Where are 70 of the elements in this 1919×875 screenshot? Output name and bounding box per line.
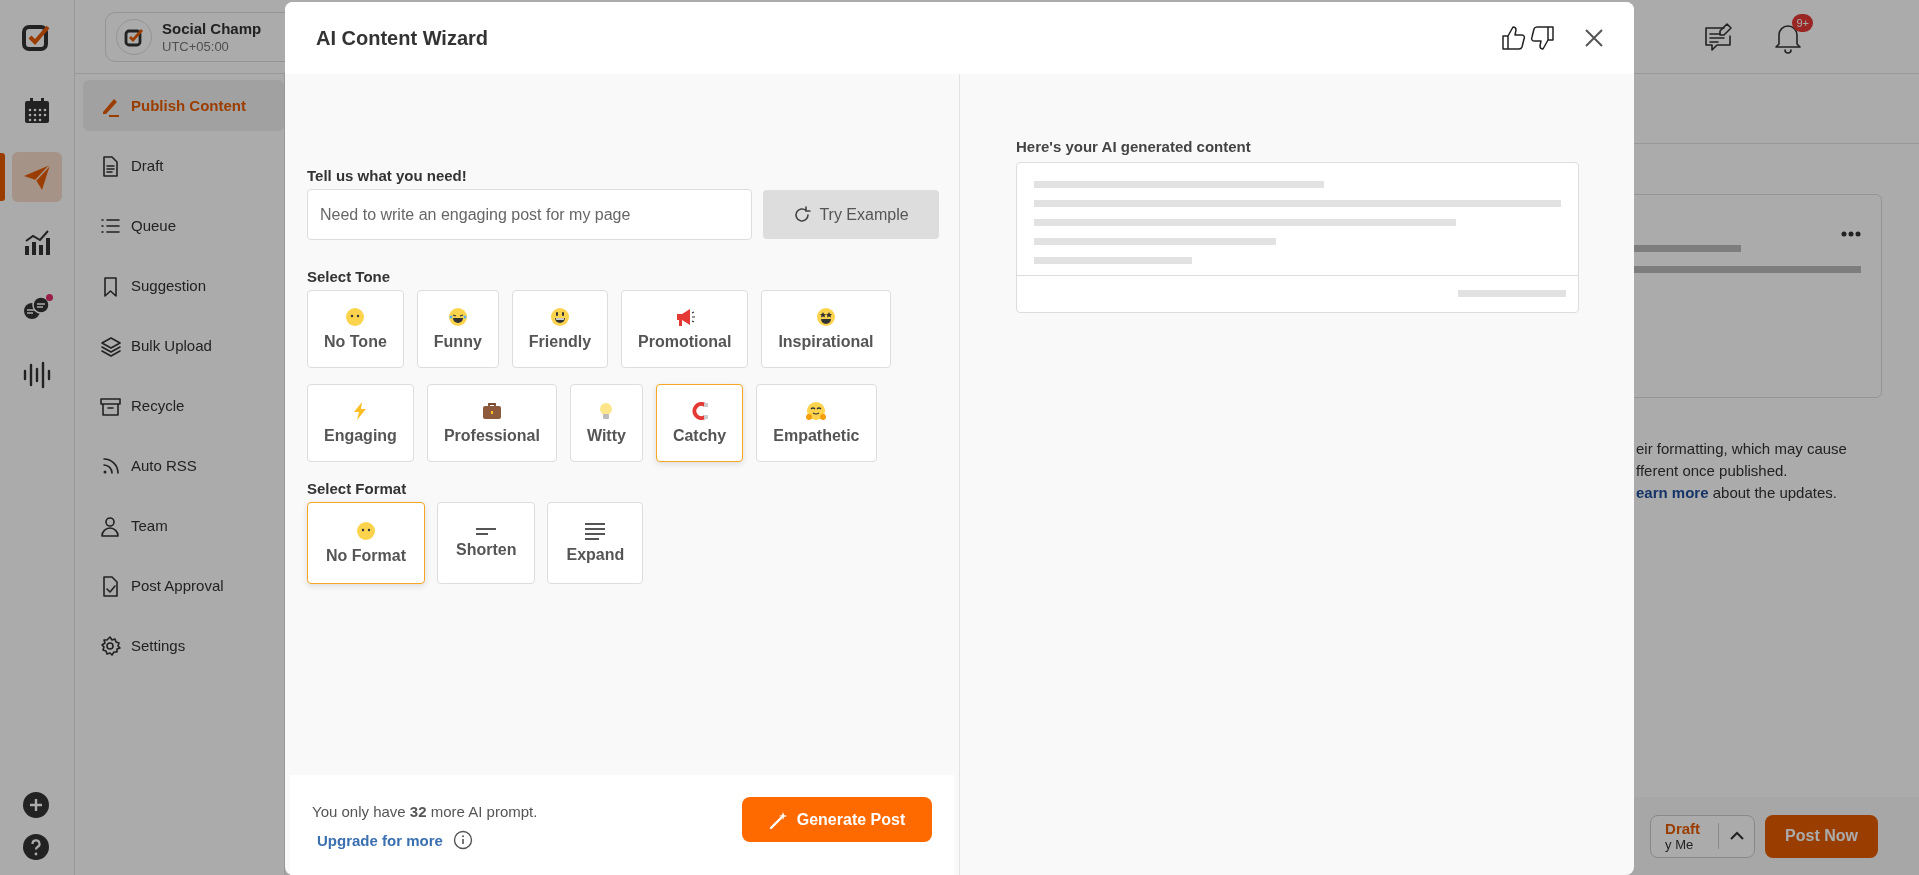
learn-more-link[interactable]: earn more — [1636, 484, 1709, 501]
short-lines-icon — [475, 527, 498, 535]
paper-plane-icon — [22, 162, 52, 192]
briefcase-icon — [481, 401, 502, 421]
waveform-icon — [22, 360, 52, 390]
prompt-label: Tell us what you need! — [307, 167, 468, 184]
account-name: Social Champ — [162, 19, 262, 37]
tone-option[interactable]: Professional — [426, 384, 557, 462]
nav-item[interactable]: Recycle — [83, 380, 284, 431]
nav-item[interactable]: Settings — [83, 620, 284, 671]
nav-item[interactable]: Auto RSS — [83, 440, 284, 491]
more-options-icon[interactable] — [1841, 231, 1861, 237]
megaphone-icon — [674, 307, 695, 327]
laughing-face-icon — [447, 307, 468, 327]
logo-icon[interactable] — [22, 22, 52, 52]
close-icon — [1584, 28, 1604, 48]
face-icon — [356, 521, 376, 541]
nav-item[interactable]: Bulk Upload — [83, 320, 284, 371]
thumbs-up-button[interactable] — [1500, 24, 1528, 52]
draft-label: Draft — [1665, 820, 1701, 837]
tone-option[interactable]: Engaging — [307, 384, 414, 462]
bar-chart-icon — [22, 228, 52, 258]
thumbs-up-icon — [1500, 24, 1528, 52]
info-icon[interactable] — [452, 830, 473, 850]
thumbs-down-icon — [1528, 24, 1556, 52]
unread-dot — [46, 294, 53, 301]
star-eyes-face-icon — [815, 307, 836, 327]
tone-option[interactable]: No Tone — [307, 290, 404, 368]
format-option[interactable]: No Format — [307, 502, 425, 584]
notification-badge: 9+ — [1792, 13, 1813, 32]
nav-item[interactable]: Suggestion — [83, 260, 284, 311]
draft-split-button[interactable]: Draft y Me — [1650, 814, 1756, 858]
hugging-face-icon — [806, 401, 827, 421]
tone-option[interactable]: Witty — [569, 384, 643, 462]
tone-option[interactable]: Empathetic — [756, 384, 877, 462]
caret-up-icon — [1728, 831, 1745, 841]
settings-icon — [99, 634, 121, 657]
tone-option[interactable]: Friendly — [511, 290, 609, 368]
prompt-quota-text: You only have 32 more AI prompt. — [312, 803, 538, 820]
nav-item[interactable]: Post Approval — [83, 560, 284, 611]
tone-option[interactable]: Promotional — [621, 290, 749, 368]
format-option[interactable]: Shorten — [437, 502, 536, 584]
tone-option[interactable]: Funny — [416, 290, 499, 368]
nav-item[interactable]: Draft — [83, 140, 284, 191]
try-example-button[interactable]: Try Example — [763, 190, 939, 239]
nav-item[interactable]: Queue — [83, 200, 284, 251]
plus-icon[interactable] — [22, 791, 50, 819]
format-option[interactable]: Expand — [547, 502, 644, 584]
tone-option[interactable]: Inspirational — [761, 290, 891, 368]
face-icon — [345, 307, 366, 327]
help-icon[interactable] — [22, 833, 50, 861]
layers-icon — [99, 334, 121, 357]
formatting-notice: eir formatting, which may cause fferent once published. earn more about the updates. — [1636, 439, 1848, 503]
prompt-input-field[interactable]: Need to write an engaging post for my page — [307, 189, 752, 240]
result-label: Here's your AI generated content — [1016, 138, 1252, 155]
close-button[interactable] — [1584, 28, 1604, 48]
tone-label: Select Tone — [307, 268, 392, 285]
thumbs-down-button[interactable] — [1528, 24, 1556, 52]
person-icon — [99, 514, 121, 537]
tone-option[interactable]: Catchy — [655, 384, 744, 462]
upgrade-link[interactable]: Upgrade for more — [317, 831, 443, 849]
magnet-icon — [689, 401, 710, 421]
smiling-face-icon — [549, 307, 570, 327]
text-lines-icon — [584, 522, 607, 540]
format-label: Select Format — [307, 480, 408, 497]
account-timezone: UTC+05:00 — [162, 38, 230, 54]
draft-subtitle: y Me — [1665, 837, 1695, 852]
nav-item[interactable]: Team — [83, 500, 284, 551]
refresh-icon — [793, 205, 812, 224]
calendar-icon — [22, 96, 52, 126]
